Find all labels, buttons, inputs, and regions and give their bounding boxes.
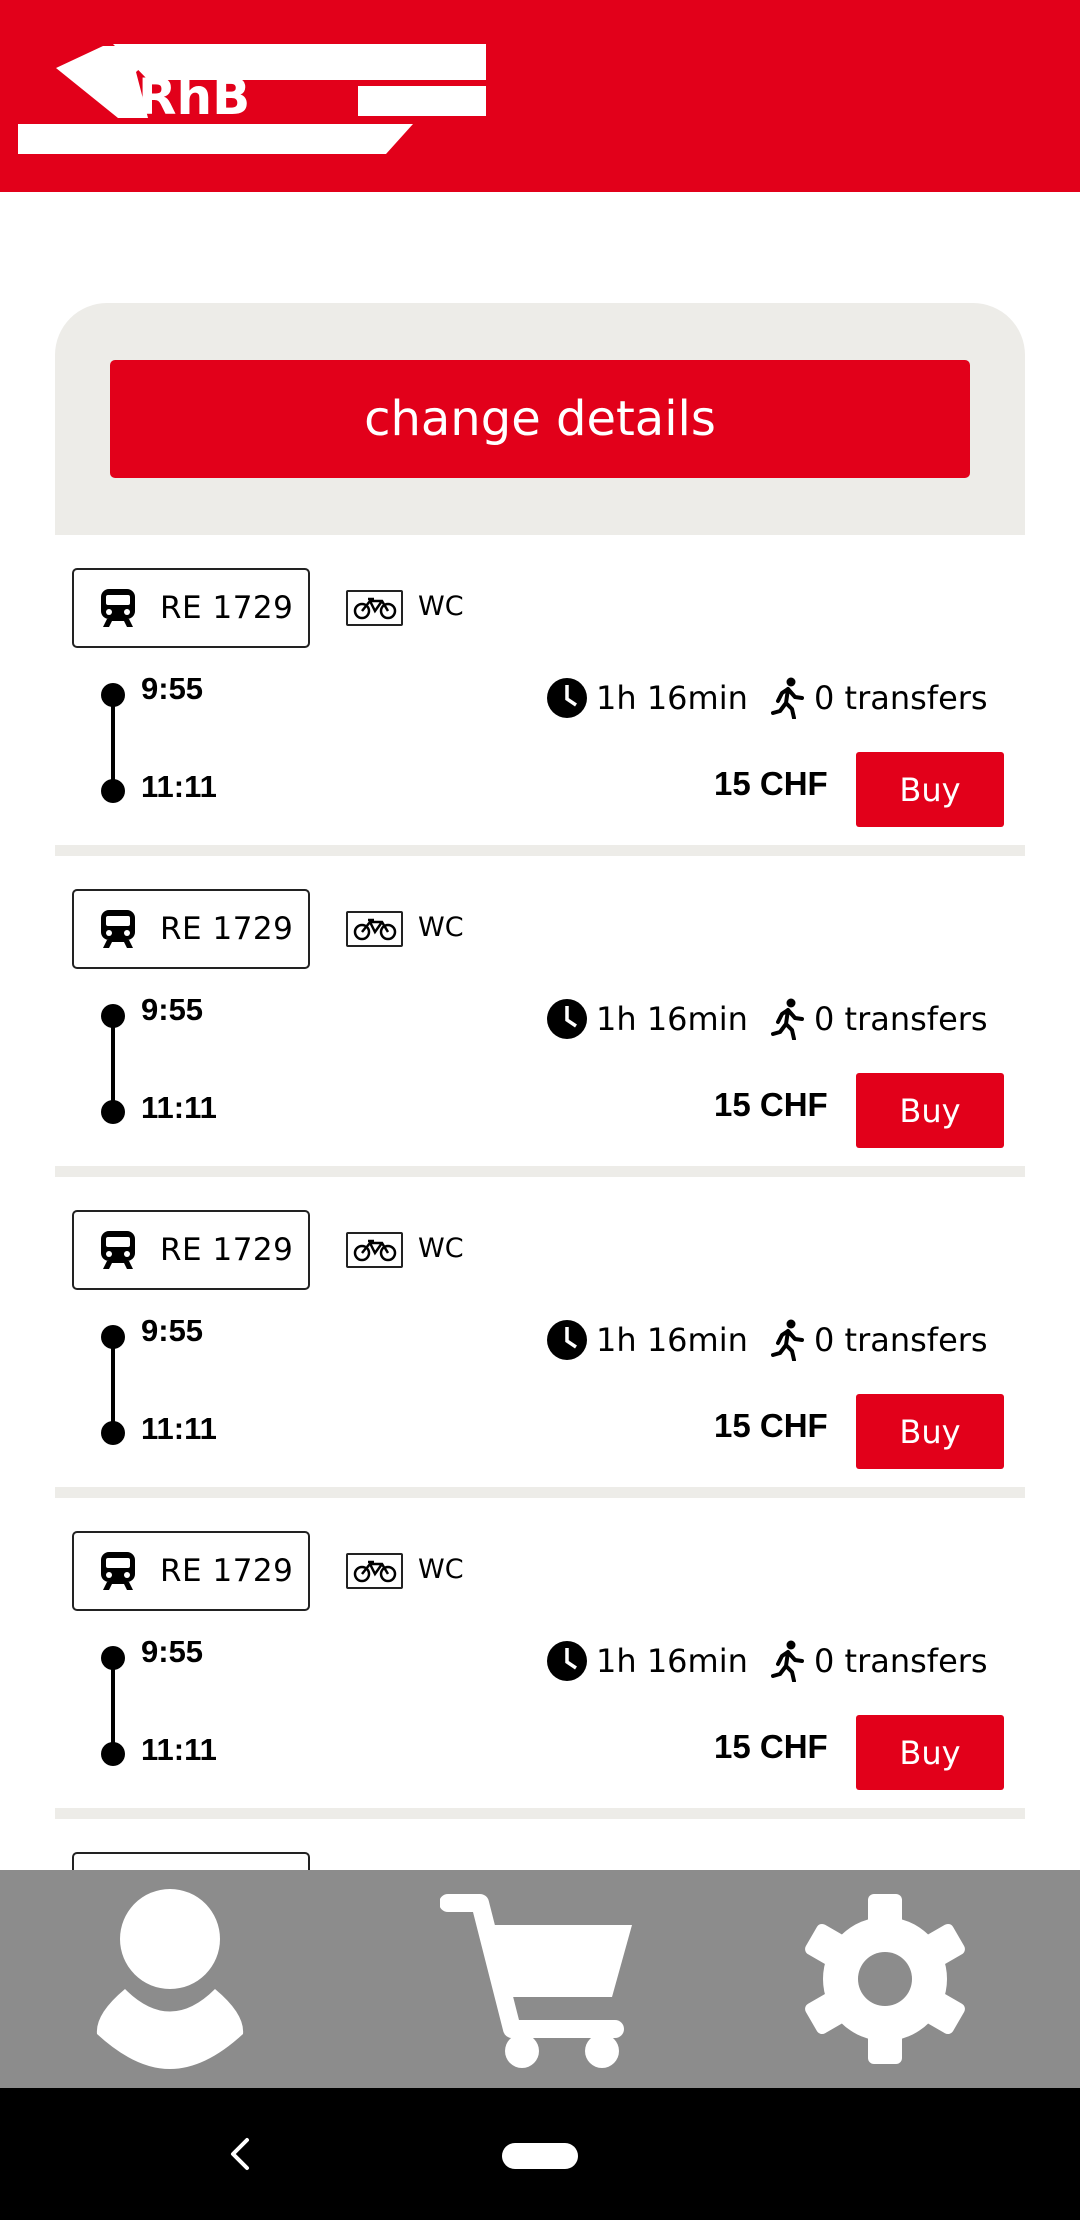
buy-button[interactable]: Buy bbox=[856, 752, 1004, 827]
connection-card: RE 1729 WC 9:55 11:11 1h 16min 0 transfe… bbox=[55, 1498, 1025, 1819]
train-icon bbox=[101, 1552, 135, 1590]
back-chevron-icon[interactable] bbox=[222, 2136, 258, 2172]
buy-button[interactable]: Buy bbox=[856, 1394, 1004, 1469]
departure-time: 9:55 bbox=[141, 992, 204, 1027]
buy-button[interactable]: Buy bbox=[856, 1073, 1004, 1148]
departure-time: 9:55 bbox=[141, 671, 204, 706]
arrival-time: 11:11 bbox=[141, 769, 217, 804]
arrival-time: 11:11 bbox=[141, 1732, 217, 1767]
transfer-count: 0 transfers bbox=[770, 998, 988, 1040]
connection-list[interactable]: RE 1729 WC 9:55 11:11 1h 16min 0 transfe… bbox=[55, 535, 1025, 1870]
clock-icon bbox=[547, 678, 587, 718]
profile-tab[interactable] bbox=[60, 1870, 280, 2088]
bicycle-icon bbox=[346, 1232, 403, 1268]
train-number: RE 1729 bbox=[160, 1553, 294, 1589]
train-badge: RE 1729 bbox=[72, 889, 310, 969]
ticket-price: 15 CHF bbox=[714, 765, 828, 802]
transfer-count: 0 transfers bbox=[770, 1640, 988, 1682]
search-details-panel: change details bbox=[55, 303, 1025, 535]
connection-card: RE 1729 WC 9:55 11:11 1h 16min 0 transfe… bbox=[55, 856, 1025, 1177]
cart-tab[interactable] bbox=[430, 1870, 650, 2088]
train-number: RE 1729 bbox=[160, 911, 294, 947]
train-icon bbox=[101, 1231, 135, 1269]
walking-icon bbox=[771, 677, 804, 719]
train-icon bbox=[101, 589, 135, 627]
train-badge: RE 1729 bbox=[72, 1210, 310, 1290]
clock-icon bbox=[547, 999, 587, 1039]
change-details-button[interactable]: change details bbox=[110, 360, 970, 478]
rhb-logo: RhB bbox=[18, 42, 488, 161]
user-icon bbox=[96, 1889, 244, 2069]
route-timeline bbox=[101, 1646, 125, 1766]
walking-icon bbox=[771, 1640, 804, 1682]
trip-duration: 1h 16min bbox=[546, 677, 748, 719]
wc-amenity: WC bbox=[418, 912, 464, 943]
gear-icon bbox=[805, 1894, 965, 2064]
wc-amenity: WC bbox=[418, 1233, 464, 1264]
clock-icon bbox=[547, 1320, 587, 1360]
walking-icon bbox=[771, 1319, 804, 1361]
transfer-count: 0 transfers bbox=[770, 677, 988, 719]
bottom-navigation bbox=[0, 1870, 1080, 2088]
bicycle-icon bbox=[346, 590, 403, 626]
train-number: RE 1729 bbox=[160, 590, 294, 626]
train-icon bbox=[101, 910, 135, 948]
trip-duration: 1h 16min bbox=[546, 1640, 748, 1682]
departure-time: 9:55 bbox=[141, 1313, 204, 1348]
clock-icon bbox=[547, 1641, 587, 1681]
connection-card: RE 1729 WC 9:55 11:11 1h 16min 0 transfe… bbox=[55, 535, 1025, 856]
train-number: RE 1729 bbox=[160, 1232, 294, 1268]
walking-icon bbox=[771, 998, 804, 1040]
buy-button[interactable]: Buy bbox=[856, 1715, 1004, 1790]
app-header: RhB bbox=[0, 0, 1080, 192]
home-pill-icon[interactable] bbox=[502, 2143, 578, 2174]
logo-text: RhB bbox=[138, 68, 250, 126]
route-timeline bbox=[101, 683, 125, 803]
transfer-count: 0 transfers bbox=[770, 1319, 988, 1361]
connection-card bbox=[55, 1819, 1025, 1870]
arrival-time: 11:11 bbox=[141, 1090, 217, 1125]
wc-amenity: WC bbox=[418, 591, 464, 622]
train-badge: RE 1729 bbox=[72, 1531, 310, 1611]
ticket-price: 15 CHF bbox=[714, 1407, 828, 1444]
trip-duration: 1h 16min bbox=[546, 998, 748, 1040]
bicycle-icon bbox=[346, 1553, 403, 1589]
route-timeline bbox=[101, 1004, 125, 1124]
connection-card: RE 1729 WC 9:55 11:11 1h 16min 0 transfe… bbox=[55, 1177, 1025, 1498]
settings-tab[interactable] bbox=[775, 1870, 995, 2088]
route-timeline bbox=[101, 1325, 125, 1445]
wc-amenity: WC bbox=[418, 1554, 464, 1585]
ticket-price: 15 CHF bbox=[714, 1728, 828, 1765]
trip-duration: 1h 16min bbox=[546, 1319, 748, 1361]
train-badge: RE 1729 bbox=[72, 568, 310, 648]
ticket-price: 15 CHF bbox=[714, 1086, 828, 1123]
arrival-time: 11:11 bbox=[141, 1411, 217, 1446]
train-badge bbox=[72, 1852, 310, 1870]
shopping-cart-icon bbox=[440, 1894, 632, 2068]
bicycle-icon bbox=[346, 911, 403, 947]
departure-time: 9:55 bbox=[141, 1634, 204, 1669]
